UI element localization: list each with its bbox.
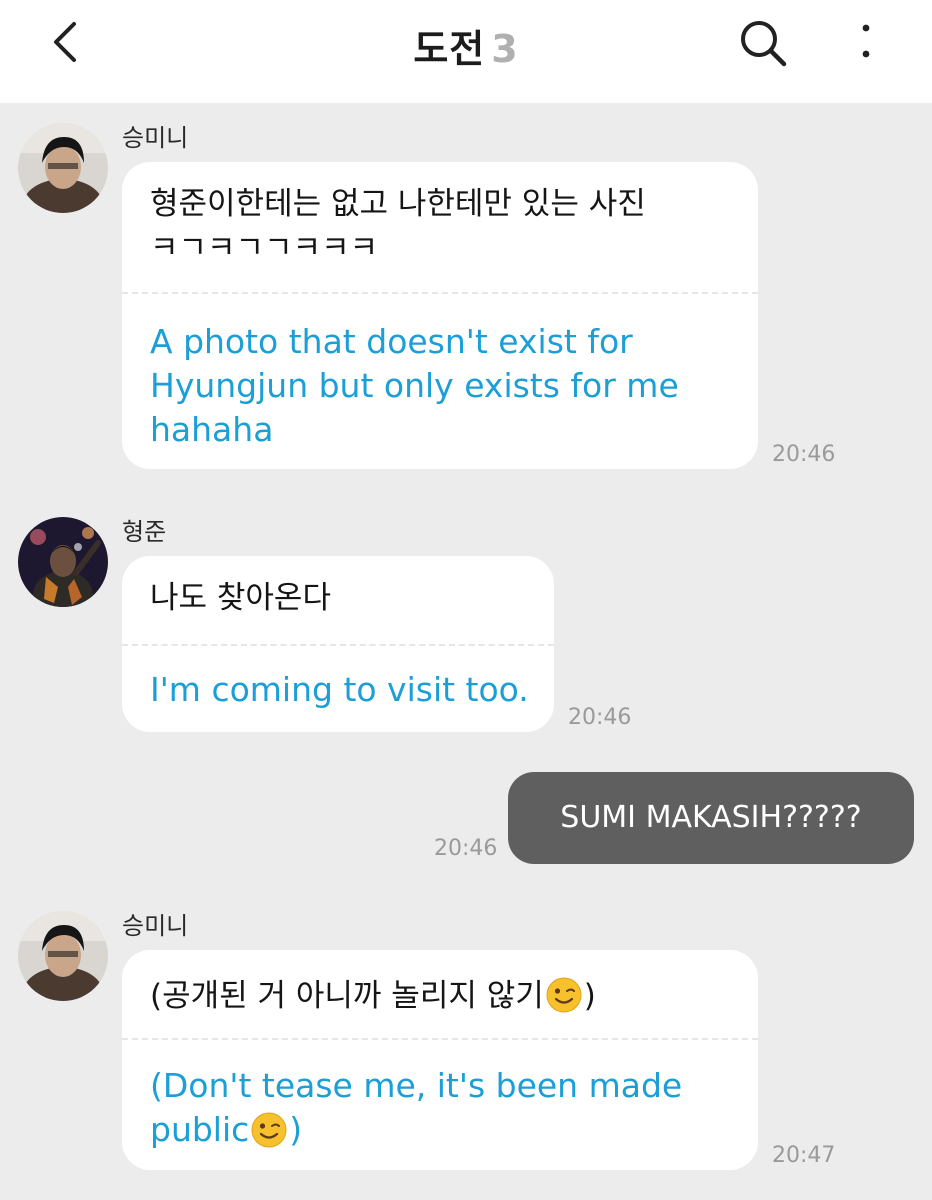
avatar-image <box>18 517 108 607</box>
message-bubble[interactable]: 형준이한테는 없고 나한테만 있는 사진 ㅋㄱㅋㄱㄱㅋㅋㅋ A photo th… <box>122 162 758 469</box>
message-text: 나도 찾아온다 <box>150 580 331 616</box>
message-text-part: ) <box>583 978 596 1014</box>
sender-name: 승미니 <box>122 124 189 152</box>
chat-header: 도전 3 <box>0 0 932 103</box>
message-text: (공개된 거 아니까 놀리지 않기 ) <box>150 974 730 1018</box>
avatar-seungmin[interactable] <box>18 123 108 213</box>
more-vertical-icon[interactable] <box>852 20 880 64</box>
message-text: 형준이한테는 없고 나한테만 있는 사진 ㅋㄱㅋㄱㄱㅋㅋㅋ <box>150 186 646 266</box>
message-time: 20:47 <box>772 1143 836 1168</box>
message-translation: A photo that doesn't exist for Hyungjun … <box>150 322 679 449</box>
message-translation: I'm coming to visit too. <box>150 670 529 709</box>
message-translation: (Don't tease me, it's been made public ) <box>150 1064 734 1152</box>
message-time: 20:46 <box>568 705 632 730</box>
message-bubble[interactable]: (공개된 거 아니까 놀리지 않기 ) (Don't tease me, it'… <box>122 950 758 1170</box>
chat-title: 도전 3 <box>0 18 932 73</box>
translation-divider <box>122 1038 758 1040</box>
translation-divider <box>122 292 758 294</box>
message-text-part: (공개된 거 아니까 놀리지 않기 <box>150 978 544 1014</box>
winking-face-icon <box>251 1112 287 1148</box>
chat-title-text: 도전 <box>413 27 486 71</box>
message-bubble[interactable]: 나도 찾아온다 I'm coming to visit too. <box>122 556 554 732</box>
sender-name: 승미니 <box>122 912 189 940</box>
avatar-hyungjun[interactable] <box>18 517 108 607</box>
message-time: 20:46 <box>434 836 498 861</box>
translation-text-part: ) <box>289 1110 303 1149</box>
translation-divider <box>122 644 554 646</box>
avatar-seungmin[interactable] <box>18 911 108 1001</box>
message-text: SUMI MAKASIH????? <box>560 800 862 835</box>
avatar-image <box>18 911 108 1001</box>
search-icon[interactable] <box>738 18 788 68</box>
member-count: 3 <box>491 27 519 71</box>
avatar-image <box>18 123 108 213</box>
my-message-bubble[interactable]: SUMI MAKASIH????? <box>508 772 914 864</box>
translation-text-part: (Don't tease me, it's been made public <box>150 1066 683 1149</box>
message-time: 20:46 <box>772 442 836 467</box>
winking-face-icon <box>546 977 582 1013</box>
sender-name: 형준 <box>122 518 167 546</box>
